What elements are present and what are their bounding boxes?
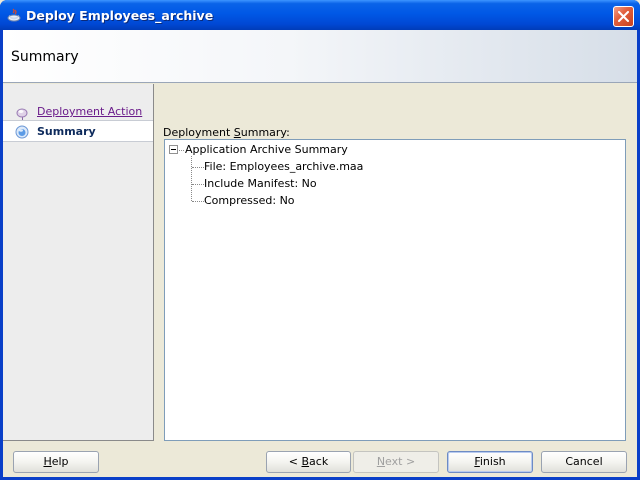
back-prefix: < [288, 455, 302, 468]
tree-connector [191, 156, 192, 201]
tree-connector [179, 150, 184, 151]
dialog-body: Summary Deployment Action Summary Deploy… [3, 30, 637, 477]
tree-root[interactable]: Application Archive Summary [185, 143, 348, 156]
step-label: Summary [37, 125, 96, 138]
summary-tree[interactable]: Application Archive Summary File: Employ… [164, 139, 626, 441]
step-summary[interactable]: Summary [3, 120, 153, 142]
summary-label-mnemonic: S [233, 126, 241, 139]
next-button[interactable]: Next > [353, 451, 439, 473]
tree-item-file[interactable]: File: Employees_archive.maa [204, 160, 363, 173]
back-label: ack [309, 455, 329, 468]
tree-item-compressed[interactable]: Compressed: No [204, 194, 295, 207]
close-icon [618, 11, 629, 22]
help-mnemonic: H [43, 455, 52, 468]
tree-connector [192, 167, 204, 168]
close-button[interactable] [613, 6, 634, 27]
finish-button[interactable]: Finish [447, 451, 533, 473]
cancel-button[interactable]: Cancel [541, 451, 627, 473]
page-header: Summary [3, 30, 637, 83]
coffee-cup-icon [6, 7, 22, 23]
summary-label: Deployment Summary: [163, 126, 290, 139]
step-dot-icon [15, 105, 29, 119]
back-button[interactable]: < Back [266, 451, 351, 473]
finish-label: inish [479, 455, 506, 468]
summary-label-prefix: Deployment [163, 126, 234, 139]
step-label[interactable]: Deployment Action [37, 105, 142, 118]
next-label: ext > [385, 455, 416, 468]
help-button[interactable]: Help [13, 451, 99, 473]
back-mnemonic: B [301, 455, 310, 468]
window-title: Deploy Employees_archive [26, 8, 214, 23]
page-title: Summary [11, 49, 79, 65]
tree-connector [192, 201, 204, 202]
tree-connector [192, 184, 204, 185]
wizard-step-list: Deployment Action Summary [3, 84, 154, 441]
summary-label-suffix: ummary: [240, 126, 290, 139]
step-current-icon [15, 125, 29, 139]
tree-item-manifest[interactable]: Include Manifest: No [204, 177, 317, 190]
next-mnemonic: N [376, 455, 386, 468]
help-label: elp [51, 455, 69, 468]
collapse-icon[interactable] [169, 145, 178, 154]
title-bar[interactable]: Deploy Employees_archive [0, 0, 640, 30]
dialog-window: Deploy Employees_archive Summary Deploym… [0, 0, 640, 480]
